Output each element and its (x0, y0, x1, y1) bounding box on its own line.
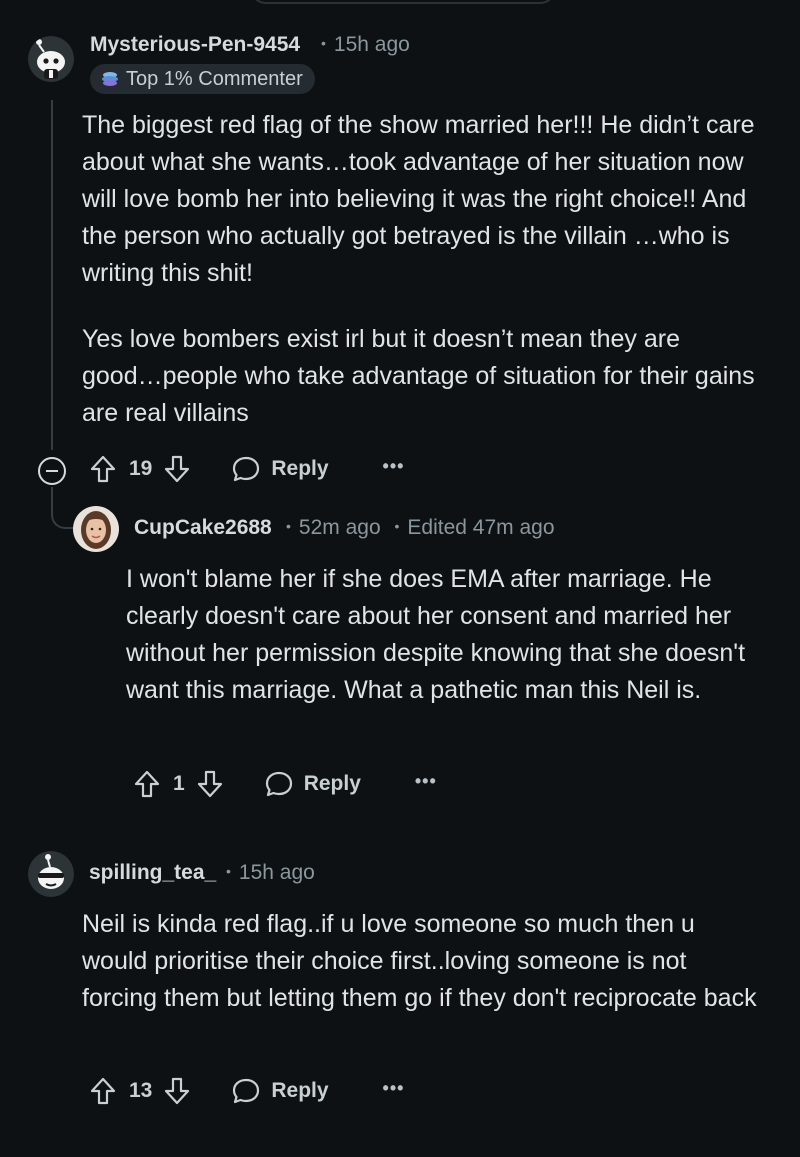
snoo-avatar-icon (28, 851, 74, 897)
thread-line (51, 100, 53, 450)
top-commenter-badge[interactable]: Top 1% Commenter (90, 64, 315, 94)
downvote-icon[interactable] (163, 1076, 191, 1106)
speech-bubble-icon (233, 456, 260, 482)
timestamp: • 52m ago • Edited 47m ago (286, 516, 555, 539)
upvote-icon[interactable] (89, 454, 117, 484)
more-options-button[interactable]: ••• (383, 1078, 405, 1099)
separator-dot: • (226, 863, 231, 879)
author-name[interactable]: spilling_tea_ (89, 861, 216, 885)
separator-dot: • (286, 518, 291, 534)
edited-label: Edited 47m ago (407, 516, 555, 539)
timestamp: • 15h ago (321, 33, 410, 56)
comment-body: The biggest red flag of the show married… (82, 107, 762, 432)
downvote-icon[interactable] (196, 769, 224, 799)
separator-dot: • (394, 518, 400, 534)
comment-body: I won't blame her if she does EMA after … (126, 561, 766, 709)
comment-actions: 1 Reply ••• (133, 764, 437, 804)
comment-paragraph: Neil is kinda red flag..if u love someon… (82, 910, 757, 1012)
vote-count: 1 (173, 772, 185, 795)
author-name[interactable]: Mysterious-Pen-9454 (90, 33, 300, 57)
user-photo-icon (73, 506, 119, 552)
author-name[interactable]: CupCake2688 (134, 516, 272, 540)
speech-bubble-icon (233, 1078, 260, 1104)
speech-bubble-icon (265, 771, 292, 797)
upvote-icon[interactable] (133, 769, 161, 799)
vote-count: 19 (129, 457, 153, 480)
timestamp: • 15h ago (226, 861, 315, 884)
vote-count: 13 (129, 1079, 153, 1102)
collapse-minus-icon (46, 470, 58, 472)
more-options-button[interactable]: ••• (383, 456, 405, 477)
top-pill-edge (250, 0, 556, 4)
comment-actions: 13 Reply ••• (89, 1071, 404, 1111)
avatar[interactable] (28, 851, 74, 897)
reply-button[interactable]: Reply (231, 1076, 329, 1106)
snoo-avatar-icon (28, 36, 74, 82)
comment-body: Neil is kinda red flag..if u love someon… (82, 906, 762, 1017)
comment-paragraph: Yes love bombers exist irl but it doesn’… (82, 325, 755, 427)
reply-button[interactable]: Reply (231, 454, 329, 484)
comment-paragraph: I won't blame her if she does EMA after … (126, 565, 746, 704)
avatar[interactable] (28, 36, 74, 82)
reply-button[interactable]: Reply (264, 769, 361, 799)
avatar[interactable] (73, 506, 119, 552)
separator-dot: • (321, 35, 326, 51)
comment-paragraph: The biggest red flag of the show married… (82, 111, 755, 287)
upvote-icon[interactable] (89, 1076, 117, 1106)
collapse-thread-button[interactable] (38, 457, 66, 485)
more-options-button[interactable]: ••• (415, 771, 437, 792)
thread-connector (51, 487, 73, 529)
comment-actions: 19 Reply ••• (89, 449, 404, 489)
badge-label: Top 1% Commenter (126, 67, 303, 90)
downvote-icon[interactable] (163, 454, 191, 484)
top-commenter-icon (102, 72, 118, 86)
